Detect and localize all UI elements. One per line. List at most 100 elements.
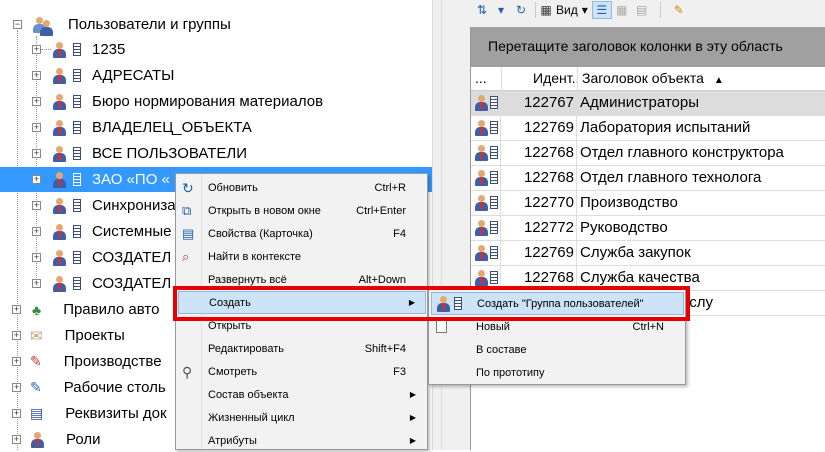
tree-item-label: Проекты (64, 327, 125, 344)
column-header-id[interactable]: Идент... (529, 67, 578, 91)
column-header-icon[interactable]: ... (471, 67, 502, 91)
menu-item-label: Жизненный цикл (208, 411, 295, 424)
submenu-arrow-icon: ▶ (409, 390, 416, 399)
expand-icon[interactable]: + (32, 123, 41, 132)
tree-item-group[interactable]: + Бюро нормирования материалов (32, 89, 432, 114)
expand-icon[interactable]: + (32, 201, 41, 210)
tree-item-roles[interactable]: + Роли (12, 427, 101, 452)
cell-id: 122768 (502, 141, 577, 166)
tree-item-doc-requisites[interactable]: + ▤ Реквизиты док (12, 401, 167, 426)
sort-icon[interactable]: ⇅ (472, 1, 492, 19)
table-row[interactable]: 122772 Руководство (471, 216, 825, 241)
highlight-box (173, 286, 690, 321)
cell-title: Отдел главного технолога (580, 169, 762, 186)
tile-view-icon[interactable]: ▦ (612, 1, 632, 19)
menu-item-object-composition[interactable]: Состав объекта ▶ (178, 383, 426, 406)
table-row[interactable]: 122768 Отдел главного технолога (471, 166, 825, 191)
grid-header: ... Идент... Заголовок объекта ▲ (471, 67, 825, 91)
toolbar-separator (659, 2, 661, 18)
column-header-title[interactable]: Заголовок объекта ▲ (578, 67, 825, 91)
tree-item-label: ЗАО «ПО « (92, 171, 170, 188)
expand-icon[interactable]: + (32, 71, 41, 80)
tree-item-projects[interactable]: + ✉ Проекты (12, 323, 125, 348)
user-icon (52, 275, 68, 292)
user-icon (52, 249, 68, 266)
list-view-icon[interactable]: ☰ (591, 1, 612, 19)
document-icon (70, 146, 86, 162)
tree-item-label: ВЛАДЕЛЕЦ_ОБЪЕКТА (92, 119, 252, 136)
user-icon (52, 67, 68, 84)
table-row[interactable]: 122769 Служба закупок (471, 241, 825, 266)
menu-item-lifecycle[interactable]: Жизненный цикл ▶ (178, 406, 426, 429)
submenu-item-in-composition[interactable]: В составе (431, 338, 684, 361)
tree-item-rule[interactable]: + ♣ Правило авто (12, 297, 159, 322)
expand-icon[interactable]: + (32, 279, 41, 288)
tree-item-desktops[interactable]: + ✎ Рабочие столь (12, 375, 166, 400)
cell-title: Отдел главного конструктора (580, 144, 784, 161)
tree-item-production[interactable]: + ✎ Производстве (12, 349, 162, 374)
submenu-item-by-prototype[interactable]: По прототипу (431, 361, 684, 384)
tree-item-group[interactable]: + ВЛАДЕЛЕЦ_ОБЪЕКТА (32, 115, 432, 140)
cell-id: 122770 (502, 191, 577, 216)
row-icon (471, 216, 501, 241)
group-by-panel[interactable]: Перетащите заголовок колонки в эту облас… (471, 27, 825, 67)
refresh-icon[interactable]: ↻ (510, 1, 532, 19)
toolbar-separator (535, 2, 536, 18)
expand-icon[interactable]: + (12, 357, 21, 366)
expand-icon[interactable]: + (12, 435, 21, 444)
expand-icon[interactable]: + (32, 227, 41, 236)
document-icon (70, 68, 86, 84)
tree-item-group[interactable]: + 1235 (32, 37, 432, 62)
submenu-arrow-icon: ▶ (409, 413, 416, 422)
view-button[interactable]: Вид (556, 1, 578, 19)
menu-item-shortcut: F3 (393, 365, 406, 378)
menu-item-label: Найти в контексте (208, 250, 301, 263)
desktop-edit-icon: ✎ (30, 379, 42, 395)
table-row[interactable]: 122769 Лаборатория испытаний (471, 116, 825, 141)
menu-item-properties[interactable]: ▤ Свойства (Карточка) F4 (178, 222, 426, 245)
table-row[interactable]: 122768 Отдел главного конструктора (471, 141, 825, 166)
tree-item-label: Пользователи и группы (68, 16, 231, 33)
pencil-icon[interactable]: ✎ (669, 1, 689, 19)
document-icon: ▤ (30, 405, 44, 421)
chevron-down-icon[interactable]: ▾ (578, 1, 592, 19)
cell-id: 122769 (502, 241, 577, 266)
menu-item-refresh[interactable]: ↻ Обновить Ctrl+R (178, 176, 426, 199)
objects-grid: Перетащите заголовок колонки в эту облас… (470, 27, 825, 450)
expand-icon[interactable]: + (12, 305, 21, 314)
table-row[interactable]: 122767 Администраторы (471, 91, 825, 116)
tree-item-users-groups[interactable]: − Пользователи и группы (10, 12, 231, 37)
collapse-icon[interactable]: − (13, 20, 22, 29)
expand-icon[interactable]: + (32, 175, 41, 184)
cell-title: Производство (580, 194, 678, 211)
expand-icon[interactable]: + (12, 383, 21, 392)
document-icon (70, 120, 86, 136)
cell-title: Руководство (580, 219, 668, 236)
document-icon (70, 198, 86, 214)
menu-item-view[interactable]: ⚲ Смотреть F3 (178, 360, 426, 383)
expand-icon[interactable]: + (32, 253, 41, 262)
tree-item-label: АДРЕСАТЫ (92, 67, 175, 84)
filter-icon[interactable]: ▾ (492, 1, 510, 19)
user-icon (52, 93, 68, 110)
tree-item-group[interactable]: + ВСЕ ПОЛЬЗОВАТЕЛИ (32, 141, 432, 166)
table-row[interactable]: 122770 Производство (471, 191, 825, 216)
expand-icon[interactable]: + (12, 409, 21, 418)
expand-icon[interactable]: + (32, 149, 41, 158)
tree-item-group[interactable]: + АДРЕСАТЫ (32, 63, 432, 88)
expand-icon[interactable]: + (12, 331, 21, 340)
expand-icon[interactable]: + (32, 97, 41, 106)
expand-icon[interactable]: + (32, 45, 41, 54)
cell-title: Лаборатория испытаний (580, 119, 751, 136)
menu-item-find-in-context[interactable]: ⌕ Найти в контексте (178, 245, 426, 268)
menu-item-label: Атрибуты (208, 434, 257, 447)
menu-item-edit[interactable]: Редактировать Shift+F4 (178, 337, 426, 360)
tile-view-alt-icon[interactable]: ▤ (632, 1, 652, 19)
menu-item-shortcut: Alt+Down (358, 273, 406, 286)
document-icon (70, 172, 86, 188)
user-icon (52, 223, 68, 240)
menu-item-shortcut: Ctrl+R (374, 181, 406, 194)
menu-item-attributes[interactable]: Атрибуты ▶ (178, 429, 426, 452)
menu-item-open-new-window[interactable]: ⧉ Открыть в новом окне Ctrl+Enter (178, 199, 426, 222)
menu-item-label: Новый (476, 320, 510, 333)
